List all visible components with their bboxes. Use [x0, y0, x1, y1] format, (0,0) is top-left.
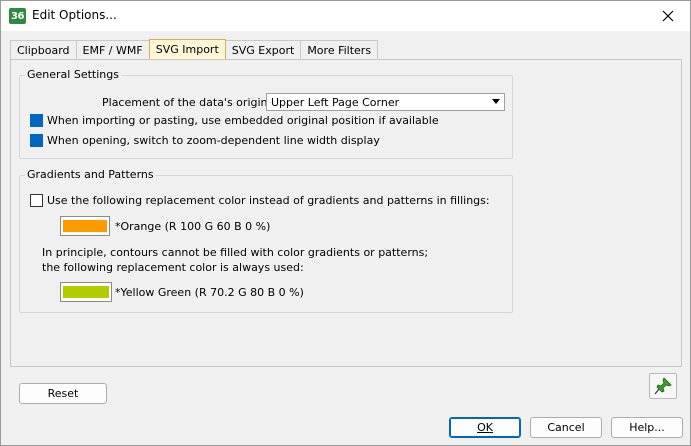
contour-color-swatch[interactable] [60, 282, 112, 302]
help-button[interactable]: Help... [611, 417, 683, 438]
contour-color-fill [63, 286, 109, 298]
general-settings-title: General Settings [25, 68, 121, 81]
help-button-label: Help... [629, 421, 665, 434]
fill-color-name: *Orange (R 100 G 60 B 0 %) [115, 220, 271, 233]
svg-import-panel: General Settings Placement of the data's… [10, 59, 682, 367]
close-icon [662, 10, 674, 22]
title-bar: 36 Edit Options... [1, 1, 690, 31]
tab-clipboard[interactable]: Clipboard [10, 40, 77, 59]
contour-note-line2: the following replacement color is alway… [42, 261, 304, 274]
contour-color-name: *Yellow Green (R 70.2 G 80 B 0 %) [115, 286, 304, 299]
origin-select-value: Upper Left Page Corner [271, 95, 400, 109]
replacement-color-label: Use the following replacement color inst… [47, 194, 490, 207]
tab-emf-wmf[interactable]: EMF / WMF [75, 40, 150, 59]
reset-button-label: Reset [47, 387, 79, 400]
cancel-button[interactable]: Cancel [530, 417, 602, 438]
cancel-button-label: Cancel [547, 421, 585, 434]
chevron-down-icon [492, 99, 500, 104]
fill-color-swatch[interactable] [60, 216, 110, 236]
origin-label: Placement of the data's origin: [102, 96, 272, 109]
zoom-line-width-checkbox[interactable] [30, 134, 43, 147]
edit-options-dialog: 36 Edit Options... Clipboard EMF / WMF S… [0, 0, 691, 446]
origin-select[interactable]: Upper Left Page Corner [266, 93, 505, 111]
pin-button[interactable] [649, 373, 677, 399]
gradients-patterns-group: Gradients and Patterns Use the following… [19, 168, 513, 313]
tab-svg-import[interactable]: SVG Import [148, 39, 226, 59]
contour-note-line1: In principle, contours cannot be filled … [42, 246, 429, 259]
gradients-patterns-title: Gradients and Patterns [25, 168, 156, 181]
ok-button[interactable]: OK [449, 417, 521, 438]
fill-color-fill [63, 220, 107, 232]
window-title: Edit Options... [32, 8, 117, 22]
replacement-color-checkbox[interactable] [30, 194, 43, 207]
pin-icon [654, 377, 672, 395]
embedded-position-checkbox[interactable] [30, 114, 43, 127]
close-button[interactable] [646, 1, 690, 31]
tab-more-filters[interactable]: More Filters [300, 40, 379, 59]
embedded-position-label: When importing or pasting, use embedded … [47, 114, 439, 127]
app-icon: 36 [9, 8, 26, 24]
tab-svg-export[interactable]: SVG Export [224, 40, 302, 59]
zoom-line-width-label: When opening, switch to zoom-dependent l… [47, 134, 380, 147]
tab-strip: Clipboard EMF / WMF SVG Import SVG Expor… [10, 39, 379, 60]
general-settings-group: General Settings Placement of the data's… [19, 68, 513, 159]
ok-button-label: OK [477, 421, 493, 434]
reset-button[interactable]: Reset [19, 383, 107, 404]
